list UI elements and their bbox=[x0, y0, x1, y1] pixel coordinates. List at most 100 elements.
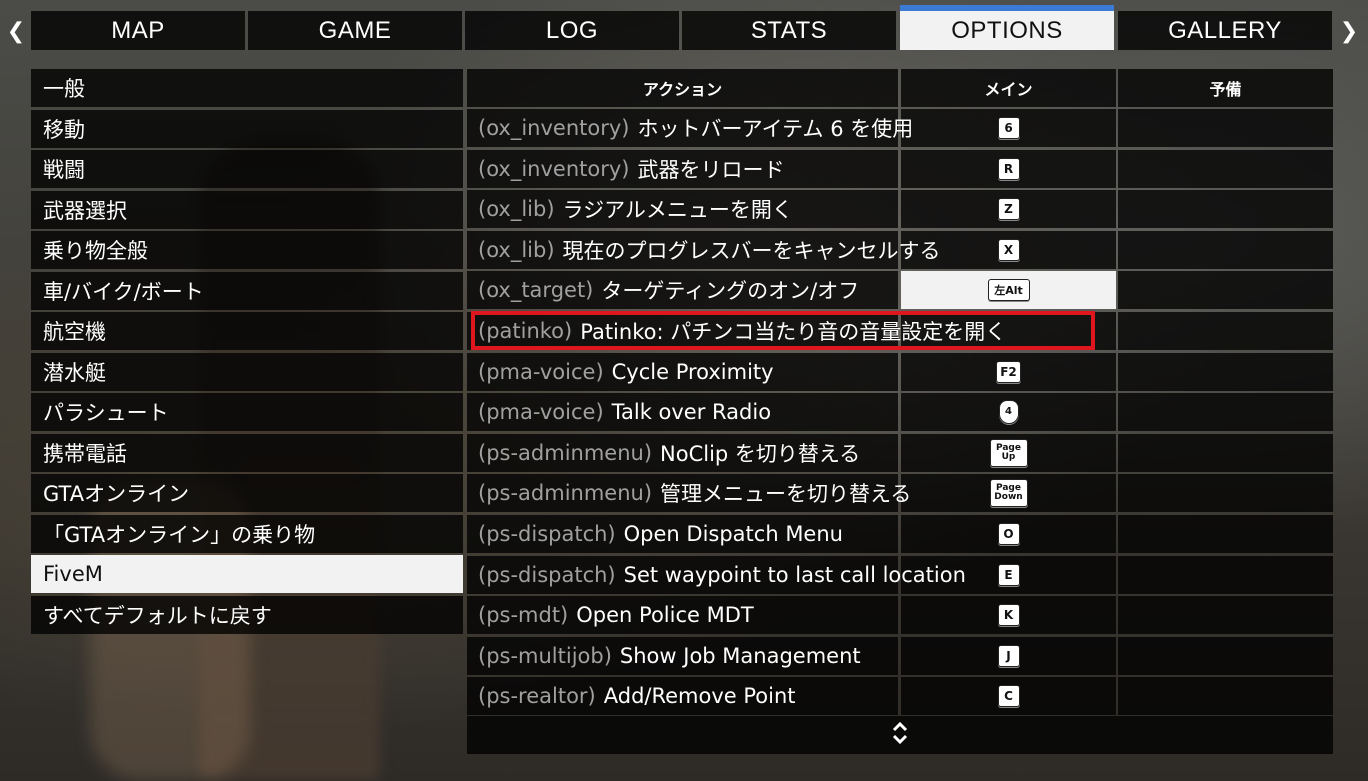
key-badge: X bbox=[997, 238, 1020, 261]
key-badge: Page Down bbox=[989, 479, 1028, 508]
table-row[interactable]: X (ox_lib) 現在のプログレスバーをキャンセルする bbox=[467, 230, 1333, 269]
action-cell[interactable] bbox=[467, 555, 898, 594]
alt-key-cell[interactable] bbox=[1118, 515, 1333, 553]
action-cell[interactable] bbox=[467, 433, 898, 472]
column-header-alt: 予備 bbox=[1118, 69, 1333, 107]
alt-key-cell[interactable] bbox=[1118, 555, 1333, 594]
table-row[interactable]: O (ps-dispatch) Open Dispatch Menu bbox=[467, 515, 1333, 553]
alt-key-cell[interactable] bbox=[1118, 433, 1333, 472]
alt-key-cell[interactable] bbox=[1118, 109, 1333, 147]
key-badge: F2 bbox=[996, 360, 1021, 383]
table-row[interactable]: F2 (pma-voice) Cycle Proximity bbox=[467, 352, 1333, 391]
tab-map[interactable]: MAP bbox=[31, 11, 245, 50]
category-item[interactable]: 戦闘 bbox=[31, 150, 463, 188]
category-item[interactable]: 武器選択 bbox=[31, 190, 463, 229]
main-key-cell[interactable]: 4 bbox=[901, 393, 1116, 432]
main-key-cell[interactable]: 左Alt bbox=[901, 271, 1116, 310]
category-item-fivem[interactable]: FiveM bbox=[31, 555, 463, 593]
main-key-cell[interactable]: J bbox=[901, 636, 1116, 675]
category-item[interactable]: 「GTAオンライン」の乗り物 bbox=[31, 514, 463, 553]
table-row[interactable]: J (ps-multijob) Show Job Management bbox=[467, 636, 1333, 675]
alt-key-cell[interactable] bbox=[1118, 474, 1333, 513]
action-cell[interactable] bbox=[467, 515, 898, 553]
table-row[interactable]: Page Down (ps-adminmenu) 管理メニューを切り替える bbox=[467, 474, 1333, 513]
category-list: 一般 移動 戦闘 武器選択 乗り物全般 車/バイク/ボート 航空機 潜水艇 パラ… bbox=[31, 69, 463, 636]
key-badge: Page Up bbox=[989, 438, 1028, 467]
table-row[interactable]: C (ps-realtor) Add/Remove Point bbox=[467, 677, 1333, 716]
main-key-cell[interactable]: Page Up bbox=[901, 433, 1116, 472]
action-cell[interactable] bbox=[467, 677, 898, 716]
tab-stats[interactable]: STATS bbox=[682, 11, 896, 50]
alt-key-cell[interactable] bbox=[1118, 393, 1333, 432]
alt-key-cell[interactable] bbox=[1118, 312, 1333, 350]
category-item[interactable]: GTAオンライン bbox=[31, 474, 463, 512]
chevron-left-icon[interactable]: ❮ bbox=[2, 14, 30, 50]
main-key-cell[interactable]: O bbox=[901, 515, 1116, 553]
main-key-cell[interactable]: E bbox=[901, 555, 1116, 594]
key-badge: C bbox=[997, 685, 1020, 708]
up-down-chevrons-icon[interactable] bbox=[891, 720, 909, 751]
action-cell[interactable] bbox=[467, 109, 898, 147]
category-item[interactable]: 車/バイク/ボート bbox=[31, 271, 463, 310]
action-cell[interactable] bbox=[467, 474, 898, 513]
action-cell[interactable] bbox=[467, 149, 898, 188]
key-badge: J bbox=[997, 644, 1020, 667]
alt-key-cell[interactable] bbox=[1118, 596, 1333, 635]
alt-key-cell[interactable] bbox=[1118, 149, 1333, 188]
action-cell[interactable] bbox=[467, 230, 898, 269]
table-row[interactable]: E (ps-dispatch) Set waypoint to last call … bbox=[467, 555, 1333, 594]
category-item[interactable]: 潜水艇 bbox=[31, 352, 463, 391]
main-key-cell[interactable]: F2 bbox=[901, 352, 1116, 391]
table-row[interactable]: 6 (ox_inventory) ホットバーアイテム 6 を使用 bbox=[467, 109, 1333, 147]
key-badge: O bbox=[997, 523, 1020, 545]
category-item[interactable]: 航空機 bbox=[31, 312, 463, 350]
tab-options[interactable]: OPTIONS bbox=[900, 5, 1114, 50]
alt-key-cell[interactable] bbox=[1118, 190, 1333, 229]
key-badge: R bbox=[997, 157, 1020, 180]
alt-key-cell[interactable] bbox=[1118, 271, 1333, 310]
main-key-cell[interactable]: K bbox=[901, 596, 1116, 635]
key-badge: 4 bbox=[998, 400, 1019, 425]
alt-key-cell[interactable] bbox=[1118, 230, 1333, 269]
category-item[interactable]: 一般 bbox=[31, 69, 463, 107]
annotation-highlight-box bbox=[471, 311, 1095, 350]
category-item[interactable]: 携帯電話 bbox=[31, 433, 463, 472]
key-badge: K bbox=[997, 604, 1020, 627]
category-item[interactable]: パラシュート bbox=[31, 393, 463, 431]
action-cell[interactable] bbox=[467, 352, 898, 391]
main-key-cell[interactable]: C bbox=[901, 677, 1116, 716]
action-cell[interactable] bbox=[467, 190, 898, 229]
column-header-action: アクション bbox=[467, 69, 898, 107]
action-cell[interactable] bbox=[467, 596, 898, 635]
table-row[interactable]: Page Up (ps-adminmenu) NoClip を切り替える bbox=[467, 433, 1333, 472]
tab-log[interactable]: LOG bbox=[465, 11, 679, 50]
table-row[interactable]: 4 (pma-voice) Talk over Radio bbox=[467, 393, 1333, 432]
key-badge: Z bbox=[997, 198, 1020, 221]
action-cell[interactable] bbox=[467, 636, 898, 675]
table-row[interactable]: Z (ox_lib) ラジアルメニューを開く bbox=[467, 190, 1333, 229]
main-key-cell[interactable]: Z bbox=[901, 190, 1116, 229]
action-cell[interactable] bbox=[467, 393, 898, 432]
chevron-right-icon[interactable]: ❯ bbox=[1335, 14, 1363, 50]
main-key-cell[interactable]: R bbox=[901, 149, 1116, 188]
key-badge: 6 bbox=[997, 117, 1020, 139]
main-key-cell[interactable]: Page Down bbox=[901, 474, 1116, 513]
main-key-cell[interactable]: 6 bbox=[901, 109, 1116, 147]
alt-key-cell[interactable] bbox=[1118, 677, 1333, 716]
tab-gallery[interactable]: GALLERY bbox=[1118, 11, 1332, 50]
action-cell[interactable] bbox=[467, 271, 898, 310]
scroll-control[interactable] bbox=[467, 716, 1333, 754]
alt-key-cell[interactable] bbox=[1118, 352, 1333, 391]
key-badge: E bbox=[997, 563, 1020, 586]
reset-defaults-button[interactable]: すべてデフォルトに戻す bbox=[31, 595, 463, 634]
column-header-main: メイン bbox=[901, 69, 1116, 107]
table-row[interactable]: K (ps-mdt) Open Police MDT bbox=[467, 596, 1333, 635]
table-row[interactable]: 左Alt (ox_target) ターゲティングのオン/オフ bbox=[467, 271, 1333, 310]
category-item[interactable]: 乗り物全般 bbox=[31, 231, 463, 269]
main-key-cell[interactable]: X bbox=[901, 230, 1116, 269]
table-row[interactable]: R (ox_inventory) 武器をリロード bbox=[467, 149, 1333, 188]
category-item[interactable]: 移動 bbox=[31, 109, 463, 148]
alt-key-cell[interactable] bbox=[1118, 636, 1333, 675]
tab-game[interactable]: GAME bbox=[248, 11, 462, 50]
key-badge: 左Alt bbox=[987, 279, 1030, 302]
